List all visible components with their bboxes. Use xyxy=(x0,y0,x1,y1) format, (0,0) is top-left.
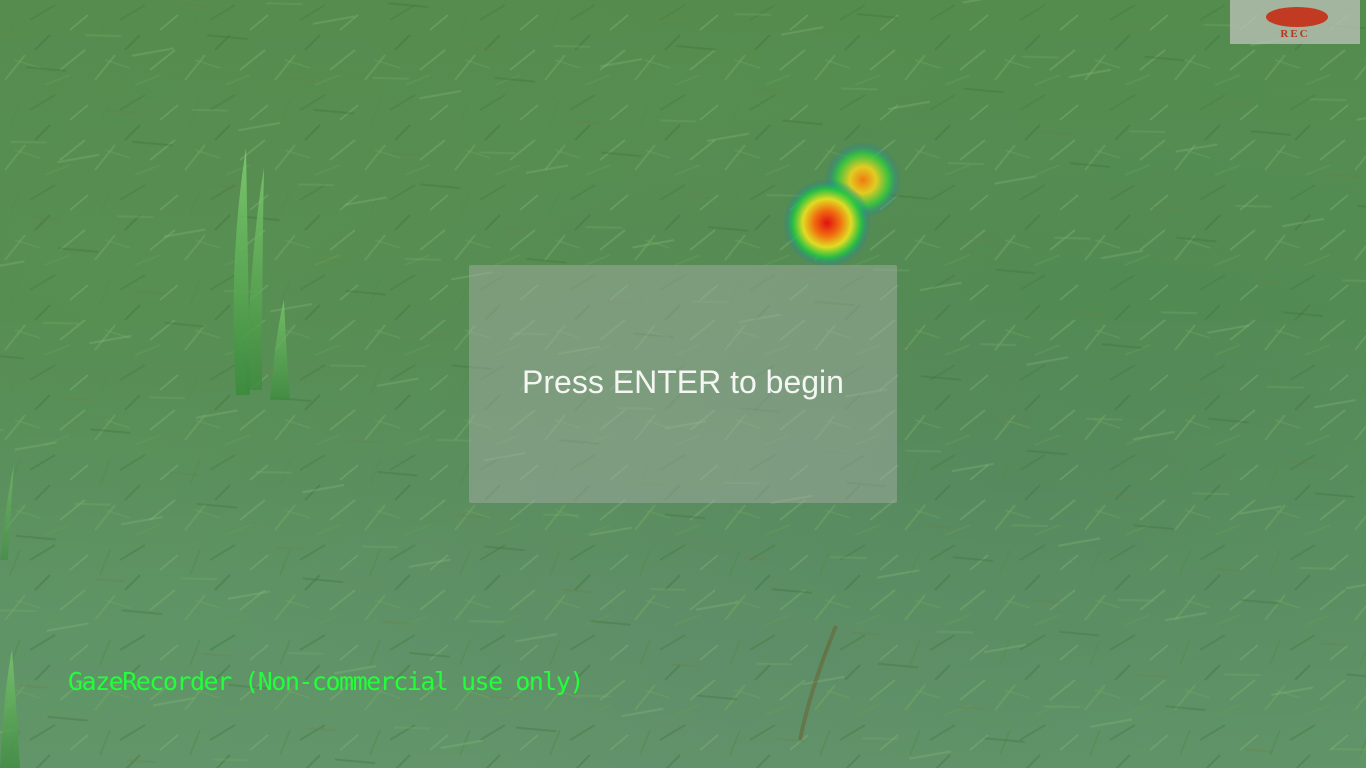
recording-indicator: REC xyxy=(1230,0,1360,44)
record-dot-icon xyxy=(1266,7,1328,27)
gaze-heatmap-overlay xyxy=(783,142,901,267)
rec-label: REC xyxy=(1280,28,1310,40)
gaze-hotspot xyxy=(783,179,871,267)
watermark-text: GazeRecorder (Non-commercial use only) xyxy=(68,667,584,696)
start-dialog: Press ENTER to begin xyxy=(469,265,897,503)
start-prompt: Press ENTER to begin xyxy=(522,364,844,400)
game-scene: REC Press ENTER to begin GazeRecorder (N… xyxy=(0,0,1366,768)
